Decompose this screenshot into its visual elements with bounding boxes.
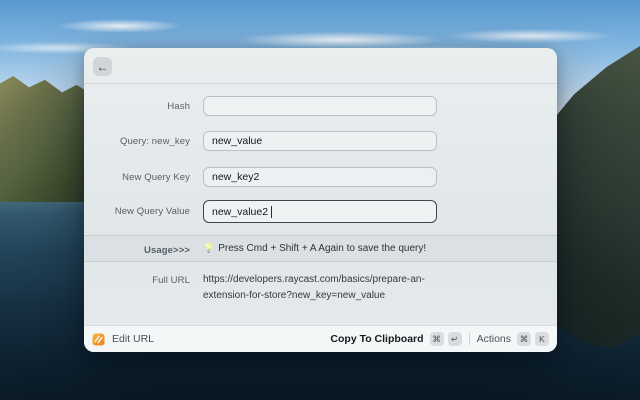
query-new-key-input[interactable]: new_value — [203, 131, 437, 151]
new-query-value-label: New Query Value — [114, 206, 190, 217]
actions-button[interactable]: Actions ⌘ K — [477, 332, 549, 346]
command-key-icon: ⌘ — [517, 332, 531, 346]
k-key-icon: K — [535, 332, 549, 346]
back-arrow-icon: ← — [96, 59, 109, 74]
usage-label: Usage>>> — [144, 245, 190, 256]
new-query-value-input[interactable]: new_value2 — [203, 200, 437, 223]
app-chip: Edit URL — [92, 333, 154, 346]
return-key-icon: ↵ — [447, 332, 462, 346]
hash-input[interactable] — [203, 96, 437, 116]
action-bar-separator — [468, 333, 470, 345]
usage-hint-text: Press Cmd + Shift + A Again to save the … — [218, 243, 427, 254]
text-cursor — [271, 205, 273, 218]
command-key-icon: ⌘ — [429, 332, 444, 346]
edit-url-app-icon — [92, 333, 105, 345]
new-query-key-value: new_key2 — [212, 171, 260, 183]
lightbulb-icon: 💡 — [203, 243, 215, 253]
full-url-line-2: extension-for-store?new_key=new_value — [203, 290, 386, 301]
app-title: Edit URL — [112, 333, 155, 345]
copy-to-clipboard-button[interactable]: Copy To Clipboard ⌘ ↵ — [330, 332, 462, 346]
full-url-value: https://developers.raycast.com/basics/pr… — [203, 272, 428, 304]
action-bar: Edit URL Copy To Clipboard ⌘ ↵ Actions ⌘… — [84, 325, 557, 352]
query-new-key-value: new_value — [212, 135, 263, 147]
window-header: ← — [84, 48, 557, 84]
actions-label: Actions — [476, 333, 511, 345]
copy-to-clipboard-label: Copy To Clipboard — [330, 333, 424, 345]
action-bar-right: Copy To Clipboard ⌘ ↵ Actions ⌘ K — [330, 332, 549, 346]
full-url-label: Full URL — [152, 275, 190, 286]
new-query-value-value: new_value2 — [212, 205, 269, 218]
query-new-key-label: Query: new_key — [119, 136, 190, 147]
new-query-key-label: New Query Key — [122, 172, 190, 183]
back-button[interactable]: ← — [93, 57, 112, 76]
raycast-edit-url-window: ← Hash Query: new_key new_value New Quer… — [84, 48, 557, 352]
new-query-key-input[interactable]: new_key2 — [203, 167, 437, 187]
usage-row: Usage>>> 💡 Press Cmd + Shift + A Again t… — [84, 235, 557, 262]
hash-field-label: Hash — [167, 101, 190, 112]
full-url-line-1: https://developers.raycast.com/basics/pr… — [203, 274, 425, 285]
usage-hint: 💡 Press Cmd + Shift + A Again to save th… — [203, 243, 426, 254]
